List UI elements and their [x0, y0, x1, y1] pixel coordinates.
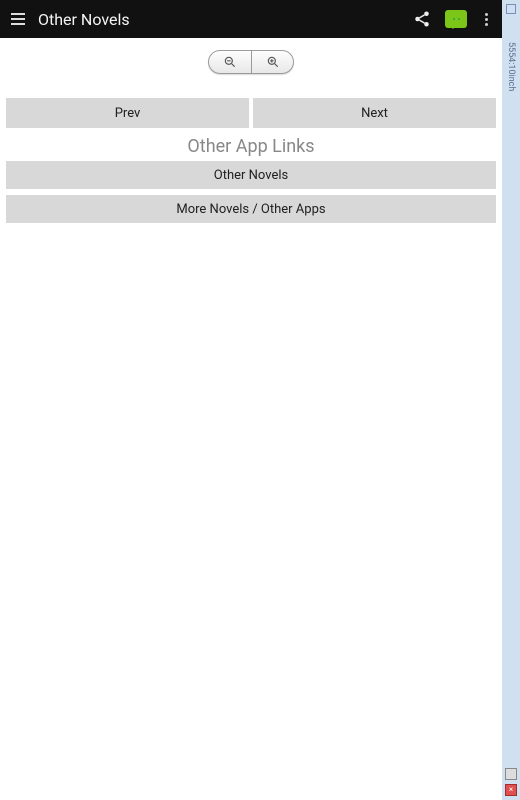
action-icons	[413, 10, 496, 28]
minimize-icon[interactable]	[505, 768, 517, 780]
pager-row: Prev Next	[0, 98, 502, 128]
emulator-indicator-icon	[506, 4, 516, 14]
section-heading: Other App Links	[0, 136, 502, 157]
zoom-controls	[0, 50, 502, 74]
app-viewport: Other Novels Prev	[0, 0, 502, 800]
zoom-out-button[interactable]	[209, 51, 251, 73]
hamburger-menu-icon[interactable]	[6, 7, 30, 31]
more-apps-button[interactable]: More Novels / Other Apps	[6, 195, 496, 223]
emulator-window-controls: ×	[502, 768, 520, 796]
action-bar: Other Novels	[0, 0, 502, 38]
content-area: Prev Next Other App Links Other Novels M…	[0, 38, 502, 800]
prev-button[interactable]: Prev	[6, 98, 249, 128]
emulator-frame-rail: 5554:10inch ×	[502, 0, 520, 800]
share-icon[interactable]	[413, 10, 431, 28]
page-title: Other Novels	[38, 10, 413, 29]
next-button[interactable]: Next	[253, 98, 496, 128]
emulator-label: 5554:10inch	[506, 42, 516, 91]
other-novels-button[interactable]: Other Novels	[6, 161, 496, 189]
zoom-in-button[interactable]	[251, 51, 293, 73]
close-icon[interactable]: ×	[505, 784, 517, 796]
chat-icon[interactable]	[445, 10, 467, 28]
overflow-menu-icon[interactable]	[481, 13, 492, 26]
